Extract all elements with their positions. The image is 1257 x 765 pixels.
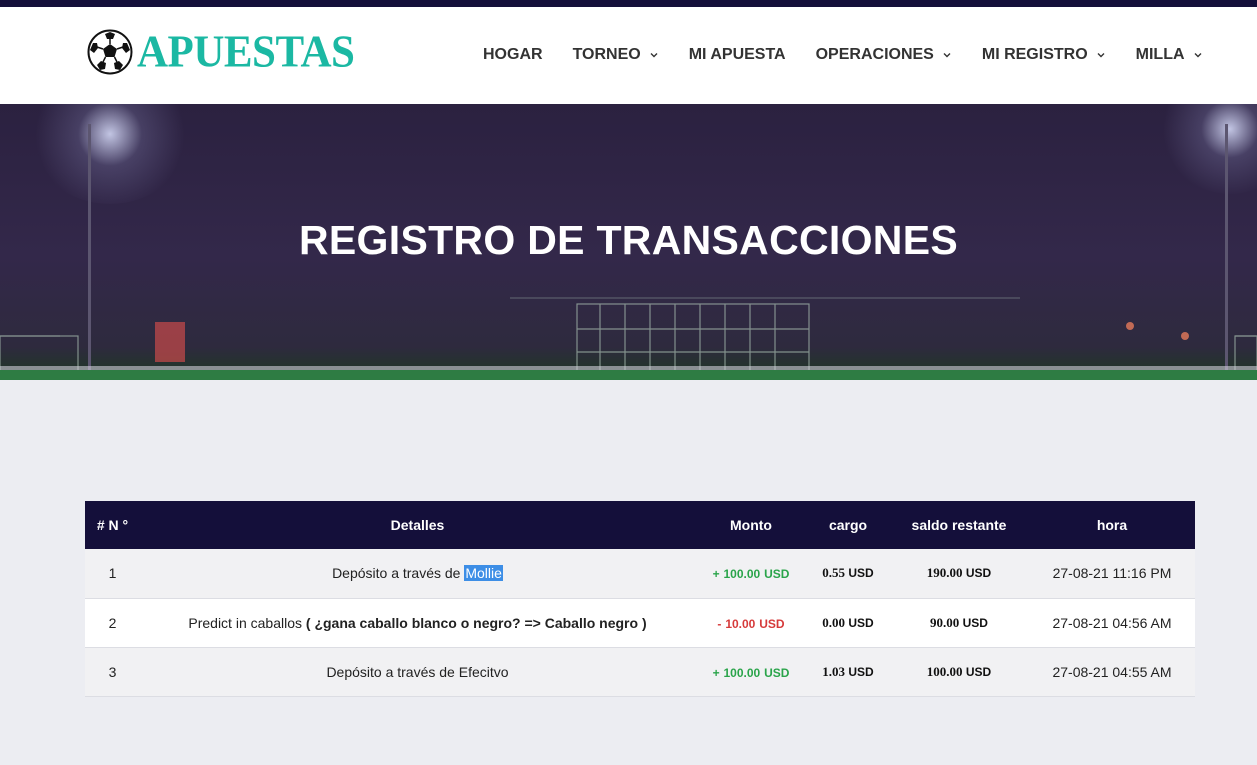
- row-balance: 90.00 USD: [889, 598, 1029, 647]
- detail-text: Depósito a través de Efecitvo: [326, 663, 509, 680]
- nav-item-torneo[interactable]: TORNEO: [573, 46, 658, 64]
- amount-value: 10.00: [725, 616, 756, 631]
- header-number: # N °: [96, 517, 129, 533]
- row-balance: 100.00 USD: [889, 647, 1029, 696]
- row-charge: 1.03 USD: [807, 647, 889, 696]
- nav-label: MI REGISTRO: [981, 46, 1088, 63]
- site-header: APUESTAS HOGAR TORNEO MI APUESTA OPERACI…: [0, 7, 1257, 104]
- nav-item-mi-apuesta[interactable]: MI APUESTA: [689, 46, 786, 64]
- charge-value: 1.03: [822, 663, 846, 679]
- balance-value: 90.00: [930, 614, 960, 630]
- row-charge: 0.00 USD: [807, 598, 889, 647]
- row-time: 27-08-21 04:55 AM: [1052, 663, 1172, 680]
- row-details: Predict in caballos ( ¿gana caballo blan…: [140, 598, 695, 647]
- nav-label: MILLA: [1135, 46, 1185, 63]
- brand-name: APUESTAS: [137, 27, 355, 77]
- row-amount: - 10.00 USD: [695, 598, 807, 647]
- nav-item-operaciones[interactable]: OPERACIONES: [816, 46, 951, 64]
- row-time: 27-08-21 04:56 AM: [1052, 614, 1172, 631]
- balance-value: 100.00: [926, 663, 963, 679]
- site-logo[interactable]: APUESTAS: [87, 27, 355, 77]
- hero-banner: REGISTRO DE TRANSACCIONES: [0, 104, 1257, 380]
- chevron-down-icon: [1097, 53, 1105, 58]
- chevron-down-icon: [650, 53, 658, 58]
- nav-label: OPERACIONES: [815, 46, 934, 63]
- chevron-down-icon: [1194, 53, 1202, 58]
- detail-text: Depósito a través de: [332, 565, 465, 582]
- row-balance: 190.00 USD: [889, 549, 1029, 598]
- soccer-ball-icon: [87, 29, 133, 75]
- amount-sign: +: [712, 665, 720, 680]
- balance-unit: USD: [962, 615, 988, 630]
- stadium-light-left: [30, 104, 190, 204]
- nav-item-milla[interactable]: MILLA: [1136, 46, 1202, 64]
- row-number: 2: [108, 614, 117, 631]
- charge-unit: USD: [848, 566, 874, 581]
- nav-label: HOGAR: [483, 46, 543, 63]
- amount-sign: -: [717, 616, 722, 631]
- amount-value: 100.00: [723, 665, 761, 680]
- balance-unit: USD: [965, 664, 992, 679]
- nav-item-hogar[interactable]: HOGAR: [483, 46, 543, 64]
- detail-bold-text: ( ¿gana caballo blanco o negro? => Cabal…: [305, 614, 647, 631]
- stadium-light-right: [1160, 104, 1257, 194]
- page-title: REGISTRO DE TRANSACCIONES: [299, 217, 958, 263]
- balance-unit: USD: [965, 566, 992, 581]
- transactions-table-wrapper: # N ° Detalles Monto cargo saldo restant…: [85, 501, 1195, 697]
- charge-unit: USD: [848, 615, 874, 630]
- header-amount: Monto: [730, 517, 772, 533]
- table-row: 1 Depósito a través de Mollie + 100.00 U…: [85, 549, 1195, 598]
- row-number: 1: [108, 565, 117, 582]
- nav-item-mi-registro[interactable]: MI REGISTRO: [982, 46, 1105, 64]
- row-amount: + 100.00 USD: [695, 549, 807, 598]
- table-header-row: # N ° Detalles Monto cargo saldo restant…: [85, 501, 1195, 549]
- nav-label: TORNEO: [572, 46, 641, 63]
- transactions-table: # N ° Detalles Monto cargo saldo restant…: [85, 501, 1195, 697]
- header-details: Detalles: [390, 517, 445, 533]
- charge-unit: USD: [848, 664, 874, 679]
- row-number: 3: [108, 663, 117, 680]
- nav-label: MI APUESTA: [688, 46, 786, 63]
- amount-value: 100.00: [723, 567, 761, 582]
- row-details: Depósito a través de Efecitvo: [140, 647, 695, 696]
- top-accent-strip: [0, 0, 1257, 7]
- grass-strip: [0, 370, 1257, 380]
- balance-value: 190.00: [926, 565, 963, 581]
- row-time: 27-08-21 11:16 PM: [1052, 565, 1172, 582]
- row-charge: 0.55 USD: [807, 549, 889, 598]
- main-nav: HOGAR TORNEO MI APUESTA OPERACIONES MI R…: [483, 46, 1202, 64]
- charge-value: 0.55: [822, 565, 846, 581]
- row-amount: + 100.00 USD: [695, 647, 807, 696]
- amount-unit: USD: [759, 616, 785, 631]
- table-row: 3 Depósito a través de Efecitvo + 100.00…: [85, 647, 1195, 696]
- soccer-goal-illustration: [0, 297, 1257, 377]
- header-balance: saldo restante: [911, 517, 1007, 533]
- table-row: 2 Predict in caballos ( ¿gana caballo bl…: [85, 598, 1195, 647]
- detail-highlighted-text[interactable]: Mollie: [464, 565, 503, 582]
- detail-text: Predict in caballos: [188, 614, 306, 631]
- charge-value: 0.00: [822, 614, 846, 630]
- amount-sign: +: [712, 567, 720, 582]
- row-details: Depósito a través de Mollie: [140, 549, 695, 598]
- amount-unit: USD: [764, 665, 790, 680]
- header-time: hora: [1096, 517, 1128, 533]
- chevron-down-icon: [943, 53, 951, 58]
- header-charge: cargo: [828, 517, 868, 533]
- amount-unit: USD: [764, 567, 790, 582]
